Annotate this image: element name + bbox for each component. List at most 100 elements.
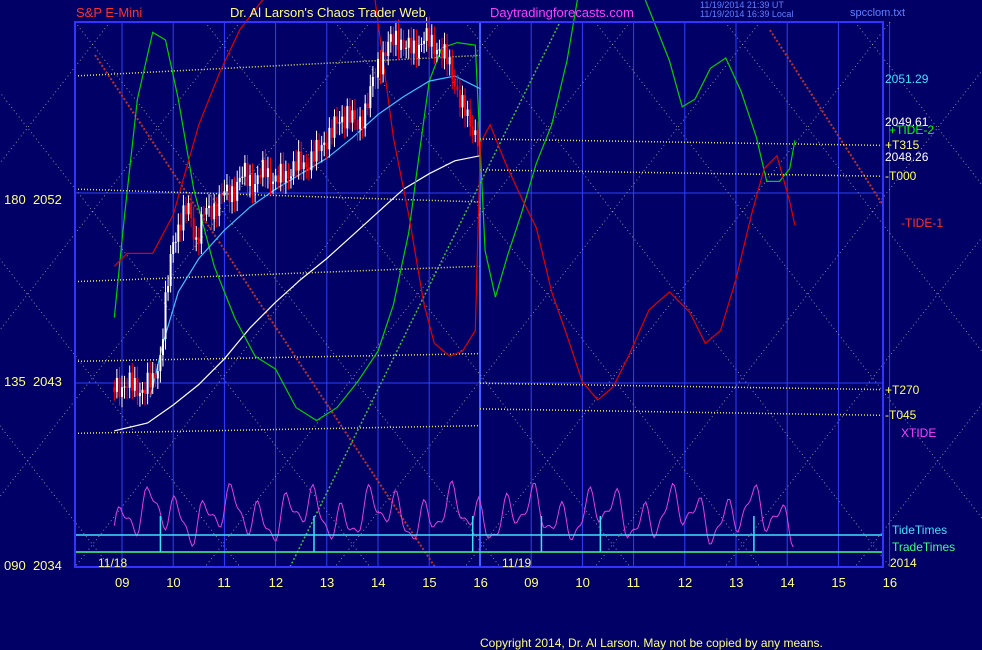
candle-body bbox=[243, 162, 246, 177]
candle-body bbox=[328, 127, 331, 150]
candle-body bbox=[187, 203, 190, 215]
hour-label: 12 bbox=[268, 575, 284, 590]
candle-body bbox=[351, 110, 354, 123]
candle-body bbox=[195, 237, 198, 240]
candle-body bbox=[138, 392, 141, 397]
chart-title: Dr. Al Larson's Chaos Trader Web bbox=[230, 5, 426, 20]
symbol-label: S&P E-Mini bbox=[76, 5, 143, 20]
candle-body bbox=[420, 43, 423, 45]
candle-body bbox=[241, 176, 244, 178]
candle-body bbox=[389, 34, 392, 42]
candle-body bbox=[249, 174, 251, 187]
candle-body bbox=[297, 151, 300, 171]
candle-body bbox=[469, 109, 472, 127]
candle-body bbox=[405, 47, 408, 49]
candle-body bbox=[269, 168, 272, 184]
candle-body bbox=[443, 44, 446, 59]
hour-label: 16 bbox=[473, 575, 488, 590]
candle-body bbox=[343, 116, 346, 129]
series-label: -TIDE-1 bbox=[901, 215, 943, 230]
candle-body bbox=[364, 103, 367, 129]
hour-label: 13 bbox=[729, 575, 744, 590]
candle-body bbox=[149, 372, 152, 388]
candle-body bbox=[371, 76, 374, 87]
candle-body bbox=[254, 184, 257, 193]
candle-body bbox=[446, 44, 449, 65]
candle-body bbox=[218, 194, 221, 216]
candle-body bbox=[333, 116, 336, 138]
candle-body bbox=[182, 205, 185, 231]
candle-body bbox=[159, 355, 162, 372]
candle-body bbox=[374, 76, 377, 78]
candle-body bbox=[164, 292, 167, 340]
candle-body bbox=[220, 194, 223, 196]
price-label: 2048.26 bbox=[885, 149, 929, 164]
candle-body bbox=[177, 224, 180, 242]
candle-body bbox=[115, 377, 118, 392]
date-label-day2: 11/19 bbox=[502, 556, 532, 570]
candle-body bbox=[256, 175, 259, 185]
candle-body bbox=[382, 52, 385, 75]
candle-body bbox=[377, 58, 379, 78]
hour-label: 15 bbox=[422, 575, 437, 590]
candle-body bbox=[261, 159, 264, 178]
candle-body bbox=[156, 371, 159, 379]
candle-body bbox=[202, 214, 205, 216]
year-label: 2014 bbox=[890, 556, 917, 570]
candle-body bbox=[295, 161, 298, 171]
candle-body bbox=[133, 378, 136, 391]
candle-body bbox=[113, 387, 116, 392]
candle-body bbox=[136, 378, 139, 397]
candle-body bbox=[417, 44, 420, 58]
candle-body bbox=[200, 214, 203, 244]
candle-body bbox=[361, 116, 364, 129]
hour-label: 16 bbox=[882, 575, 898, 590]
candle-body bbox=[315, 139, 318, 162]
hour-label: 14 bbox=[371, 575, 386, 590]
candle-body bbox=[305, 162, 308, 168]
level-label: +T270 bbox=[885, 382, 920, 397]
candle-body bbox=[179, 224, 182, 231]
candle-body bbox=[325, 142, 328, 150]
candle-body bbox=[172, 242, 175, 255]
hour-label: 09 bbox=[115, 575, 130, 590]
candle-body bbox=[274, 175, 277, 182]
candle-body bbox=[233, 186, 236, 201]
candle-body bbox=[400, 39, 403, 51]
candle-body bbox=[236, 181, 239, 201]
candle-body bbox=[423, 40, 426, 44]
candle-body bbox=[292, 161, 295, 177]
candle-body bbox=[430, 34, 433, 47]
level-label: -T045 bbox=[885, 408, 917, 423]
candle-body bbox=[287, 171, 290, 179]
candle-body bbox=[123, 386, 126, 388]
candle-body bbox=[320, 144, 323, 151]
candle-body bbox=[338, 122, 341, 124]
copyright-notice: Copyright 2014, Dr. Al Larson. May not b… bbox=[480, 636, 823, 650]
candle-body bbox=[433, 34, 436, 55]
candle-body bbox=[259, 175, 262, 178]
candle-body bbox=[410, 37, 413, 54]
candle-body bbox=[356, 119, 359, 130]
left-axis-label-2: 135 2043 bbox=[4, 374, 62, 389]
candle-body bbox=[387, 41, 390, 57]
candle-body bbox=[451, 57, 454, 80]
candle-body bbox=[307, 167, 310, 171]
candle-body bbox=[154, 373, 157, 379]
hour-label: 15 bbox=[831, 575, 846, 590]
candle-body bbox=[146, 372, 149, 394]
candle-body bbox=[394, 30, 397, 45]
left-axis-label-3: 090 2034 bbox=[4, 558, 62, 573]
hour-label: 09 bbox=[524, 575, 539, 590]
candle-body bbox=[289, 176, 292, 179]
candle-body bbox=[213, 203, 216, 220]
candle-body bbox=[223, 191, 226, 196]
hour-label: 11 bbox=[626, 575, 641, 590]
candle-body bbox=[346, 106, 349, 129]
candle-body bbox=[238, 177, 241, 182]
hour-label: 13 bbox=[319, 575, 335, 590]
candle-body bbox=[272, 181, 275, 184]
tradetimes-label: TradeTimes bbox=[892, 540, 956, 554]
candle-body bbox=[474, 130, 477, 136]
candle-body bbox=[128, 372, 131, 388]
